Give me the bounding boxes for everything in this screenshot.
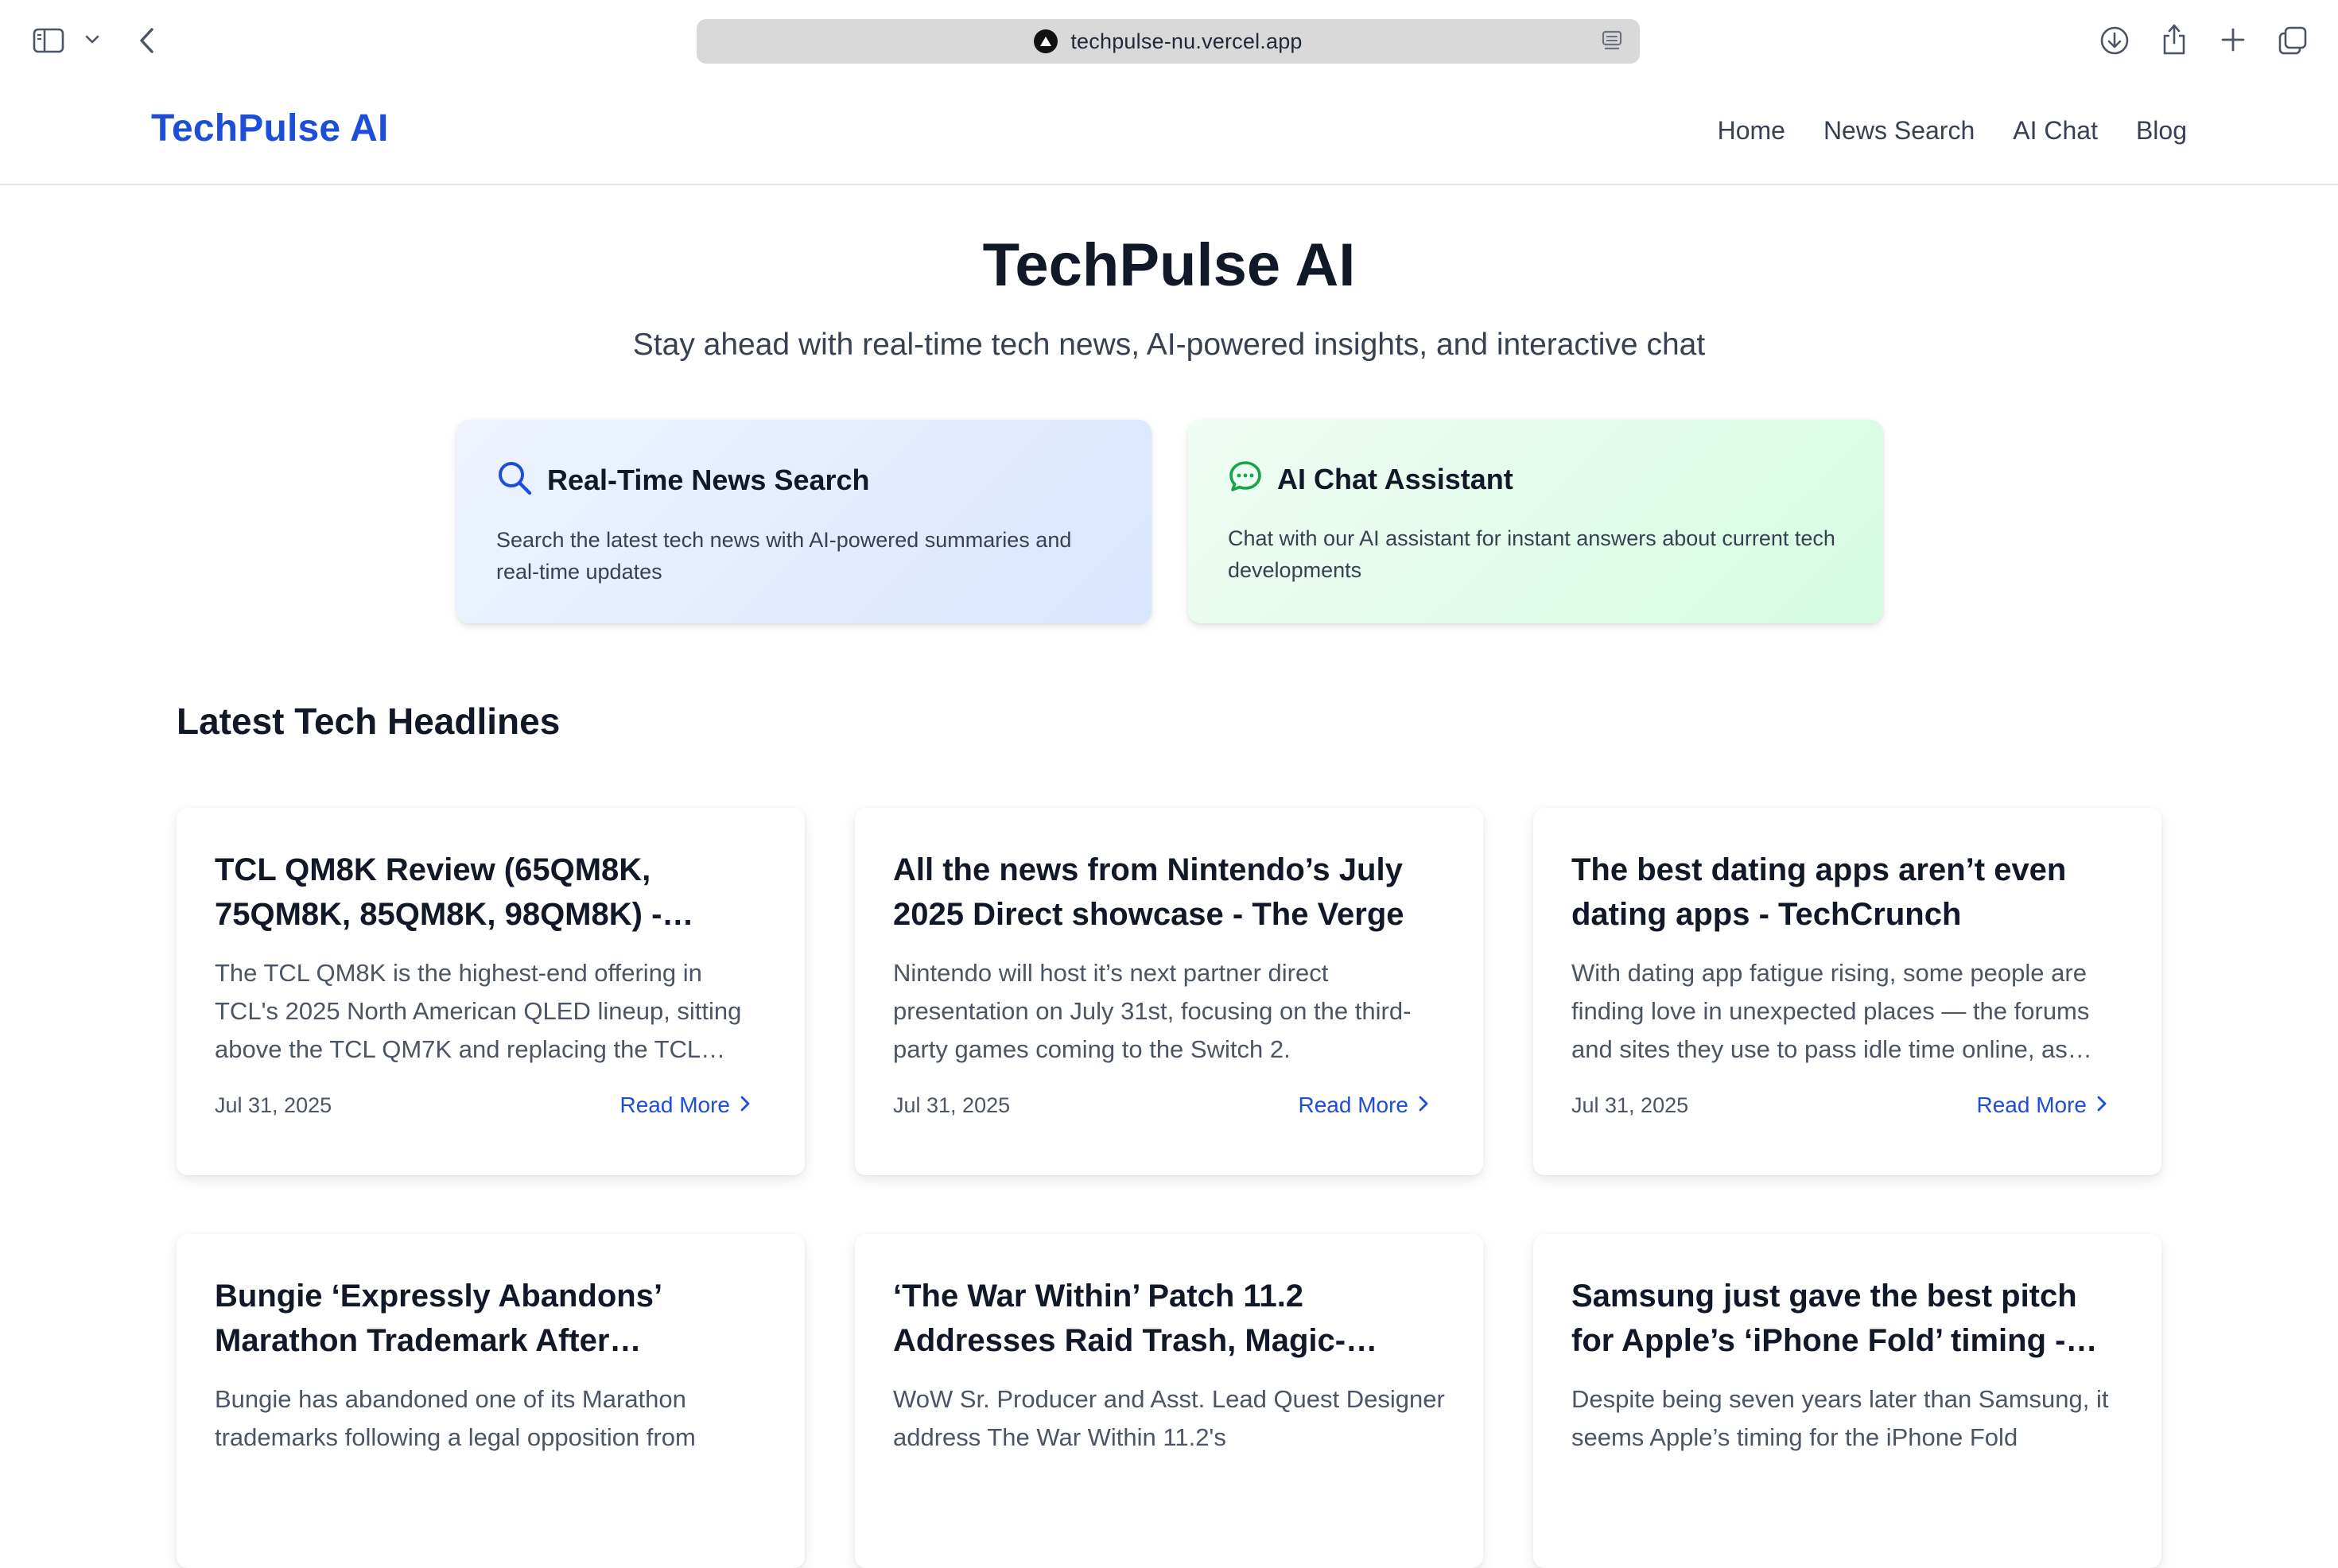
read-more-link[interactable]: Read More — [1298, 1093, 1429, 1118]
news-card-description: WoW Sr. Producer and Asst. Lead Quest De… — [893, 1385, 1445, 1451]
hero-subtitle: Stay ahead with real-time tech news, AI-… — [632, 328, 1706, 362]
news-card-date: Jul 31, 2025 — [215, 1093, 332, 1117]
news-card[interactable]: ‘The War Within’ Patch 11.2 Addresses Ra… — [855, 1234, 1483, 1568]
news-card-description: Bungie has abandoned one of its Marathon… — [215, 1385, 696, 1451]
chevron-right-icon — [2096, 1093, 2107, 1118]
nav-ai-chat[interactable]: AI Chat — [2013, 116, 2098, 146]
read-more-link[interactable]: Read More — [619, 1093, 751, 1118]
reader-icon[interactable] — [1602, 30, 1622, 52]
nav-news-search[interactable]: News Search — [1823, 116, 1975, 146]
news-card-title[interactable]: ‘The War Within’ Patch 11.2 Addresses Ra… — [893, 1274, 1445, 1363]
news-card-title[interactable]: All the news from Nintendo’s July 2025 D… — [893, 848, 1445, 937]
chat-icon — [1228, 460, 1263, 499]
read-more-label: Read More — [1976, 1093, 2087, 1117]
read-more-link[interactable]: Read More — [1976, 1093, 2107, 1118]
read-more-label: Read More — [619, 1093, 730, 1117]
news-card-date: Jul 31, 2025 — [1571, 1093, 1689, 1117]
news-card[interactable]: All the news from Nintendo’s July 2025 D… — [855, 808, 1483, 1175]
url-text: techpulse-nu.vercel.app — [1070, 29, 1303, 53]
news-card[interactable]: Bungie ‘Expressly Abandons’ Marathon Tra… — [177, 1234, 805, 1568]
news-card-title[interactable]: Samsung just gave the best pitch for App… — [1571, 1274, 2123, 1363]
feature-title: Real-Time News Search — [547, 463, 870, 496]
news-card-description: Nintendo will host it’s next partner dir… — [893, 959, 1412, 1063]
feature-card-ai-chat[interactable]: AI Chat Assistant Chat with our AI assis… — [1188, 420, 1883, 623]
chevron-right-icon — [740, 1093, 751, 1118]
browser-toolbar: techpulse-nu.vercel.app — [0, 0, 2338, 81]
download-icon[interactable] — [2098, 24, 2131, 57]
section-title: Latest Tech Headlines — [177, 701, 561, 742]
news-card-date: Jul 31, 2025 — [893, 1093, 1011, 1117]
read-more-label: Read More — [1298, 1093, 1408, 1117]
news-card-title[interactable]: The best dating apps aren’t even dating … — [1571, 848, 2123, 937]
hero-title: TechPulse AI — [982, 231, 1356, 299]
feature-description: Chat with our AI assistant for instant a… — [1228, 526, 1835, 582]
sidebar-icon[interactable] — [30, 24, 67, 57]
chevron-right-icon — [1418, 1093, 1429, 1118]
site-header: TechPulse AI Home News Search AI Chat Bl… — [0, 81, 2338, 185]
vercel-icon — [1034, 29, 1058, 53]
tabs-icon[interactable] — [2276, 24, 2309, 57]
news-card[interactable]: Samsung just gave the best pitch for App… — [1533, 1234, 2161, 1568]
plus-icon[interactable] — [2217, 24, 2249, 56]
feature-description: Search the latest tech news with AI-powe… — [496, 528, 1072, 584]
chevron-down-icon[interactable] — [83, 30, 102, 49]
news-card[interactable]: The best dating apps aren’t even dating … — [1533, 808, 2161, 1175]
feature-card-news-search[interactable]: Real-Time News Search Search the latest … — [456, 420, 1152, 623]
news-card-title[interactable]: TCL QM8K Review (65QM8K, 75QM8K, 85QM8K,… — [215, 848, 767, 937]
search-icon — [496, 460, 533, 500]
brand-logo[interactable]: TechPulse AI — [151, 107, 389, 150]
nav-home[interactable]: Home — [1718, 116, 1785, 146]
news-card-title[interactable]: Bungie ‘Expressly Abandons’ Marathon Tra… — [215, 1274, 767, 1363]
news-card-description: With dating app fatigue rising, some peo… — [1571, 959, 2092, 1063]
news-card-description: The TCL QM8K is the highest-end offering… — [215, 959, 742, 1063]
feature-title: AI Chat Assistant — [1277, 462, 1513, 495]
news-card-description: Despite being seven years later than Sam… — [1571, 1385, 2109, 1451]
main-nav: Home News Search AI Chat Blog — [1718, 116, 2187, 146]
nav-blog[interactable]: Blog — [2136, 116, 2187, 146]
news-card[interactable]: TCL QM8K Review (65QM8K, 75QM8K, 85QM8K,… — [177, 808, 805, 1175]
address-bar[interactable]: techpulse-nu.vercel.app — [697, 19, 1640, 64]
share-icon[interactable] — [2158, 21, 2190, 57]
back-icon[interactable] — [132, 24, 161, 57]
